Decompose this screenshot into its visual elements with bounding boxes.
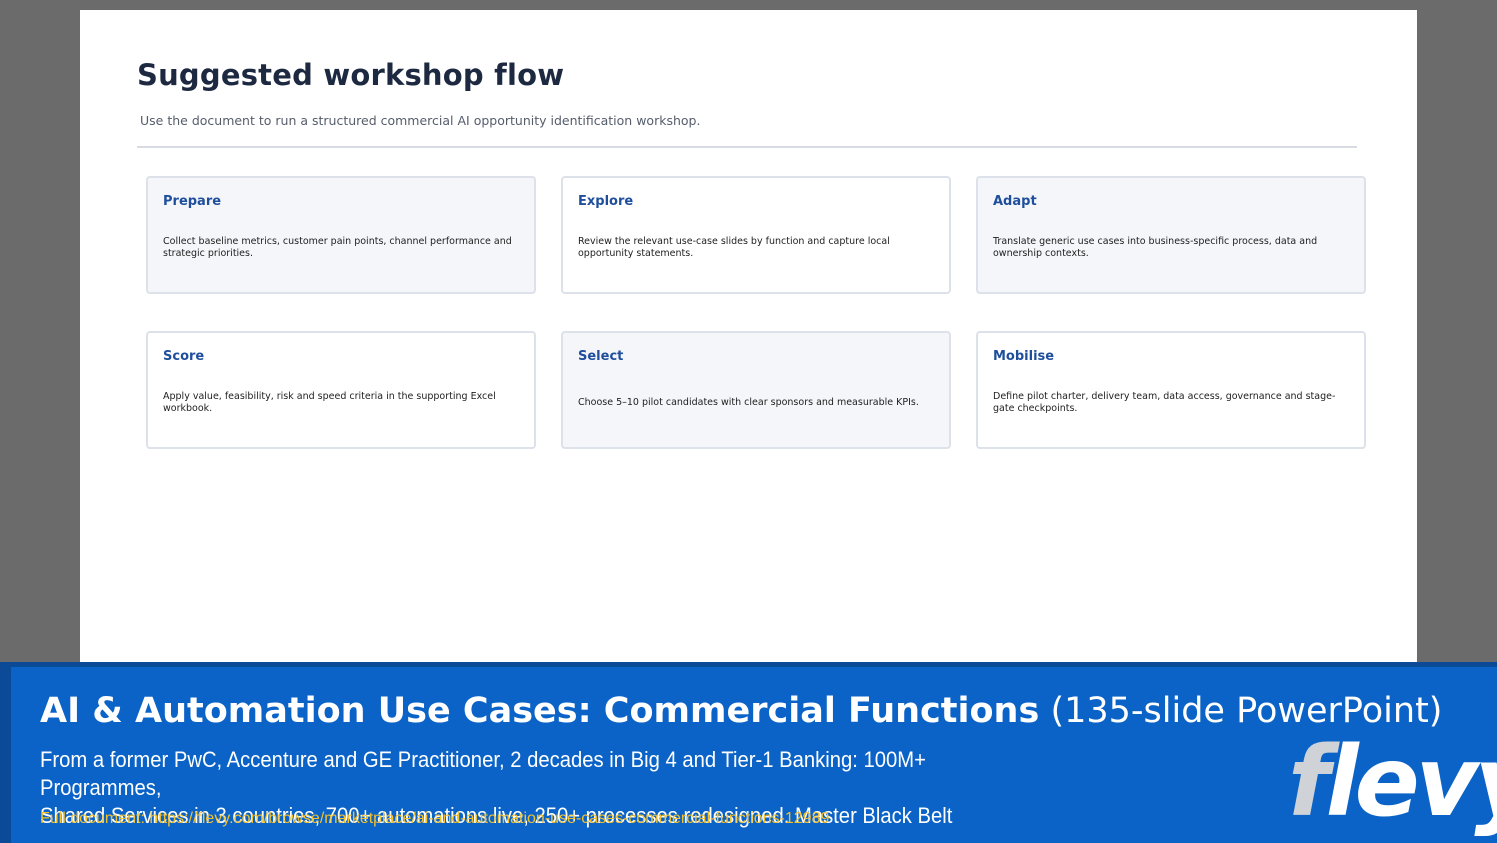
promo-banner: AI & Automation Use Cases: Commercial Fu… xyxy=(0,662,1497,843)
author-description-line: From a former PwC, Accenture and GE Prac… xyxy=(40,747,926,800)
page-title: Suggested workshop flow xyxy=(137,58,565,92)
card-select: Select Choose 5–10 pilot candidates with… xyxy=(561,331,951,449)
card-score: Score Apply value, feasibility, risk and… xyxy=(146,331,536,449)
flevy-logo[interactable]: flevy xyxy=(1288,732,1497,832)
card-title: Score xyxy=(163,349,205,364)
logo-text: levy xyxy=(1325,726,1497,838)
card-body: Define pilot charter, delivery team, dat… xyxy=(993,391,1336,414)
card-mobilise: Mobilise Define pilot charter, delivery … xyxy=(976,331,1366,449)
card-body: Choose 5–10 pilot candidates with clear … xyxy=(578,397,919,408)
page-subtitle: Use the document to run a structured com… xyxy=(140,113,701,128)
card-title: Mobilise xyxy=(993,349,1055,364)
card-title: Prepare xyxy=(163,194,222,209)
document-title-main: AI & Automation Use Cases: Commercial Fu… xyxy=(40,691,1040,731)
banner-left-edge xyxy=(0,662,11,843)
document-title: AI & Automation Use Cases: Commercial Fu… xyxy=(40,691,1442,731)
card-body: Collect baseline metrics, customer pain … xyxy=(163,236,512,259)
logo-letter: f xyxy=(1288,726,1330,838)
card-title: Select xyxy=(578,349,624,364)
card-title: Adapt xyxy=(993,194,1037,209)
card-body: Translate generic use cases into busines… xyxy=(993,236,1318,259)
card-title: Explore xyxy=(578,194,634,209)
card-prepare: Prepare Collect baseline metrics, custom… xyxy=(146,176,536,294)
card-explore: Explore Review the relevant use-case sli… xyxy=(561,176,951,294)
slide-canvas: Suggested workshop flow Use the document… xyxy=(80,10,1417,663)
banner-top-edge xyxy=(0,662,1497,667)
title-divider xyxy=(137,146,1357,148)
full-document-link[interactable]: Full document: https://flevy.com/browse/… xyxy=(40,810,829,828)
card-body: Apply value, feasibility, risk and speed… xyxy=(163,391,496,414)
card-body: Review the relevant use-case slides by f… xyxy=(578,236,890,259)
card-adapt: Adapt Translate generic use cases into b… xyxy=(976,176,1366,294)
document-title-format: (135-slide PowerPoint) xyxy=(1050,691,1443,731)
